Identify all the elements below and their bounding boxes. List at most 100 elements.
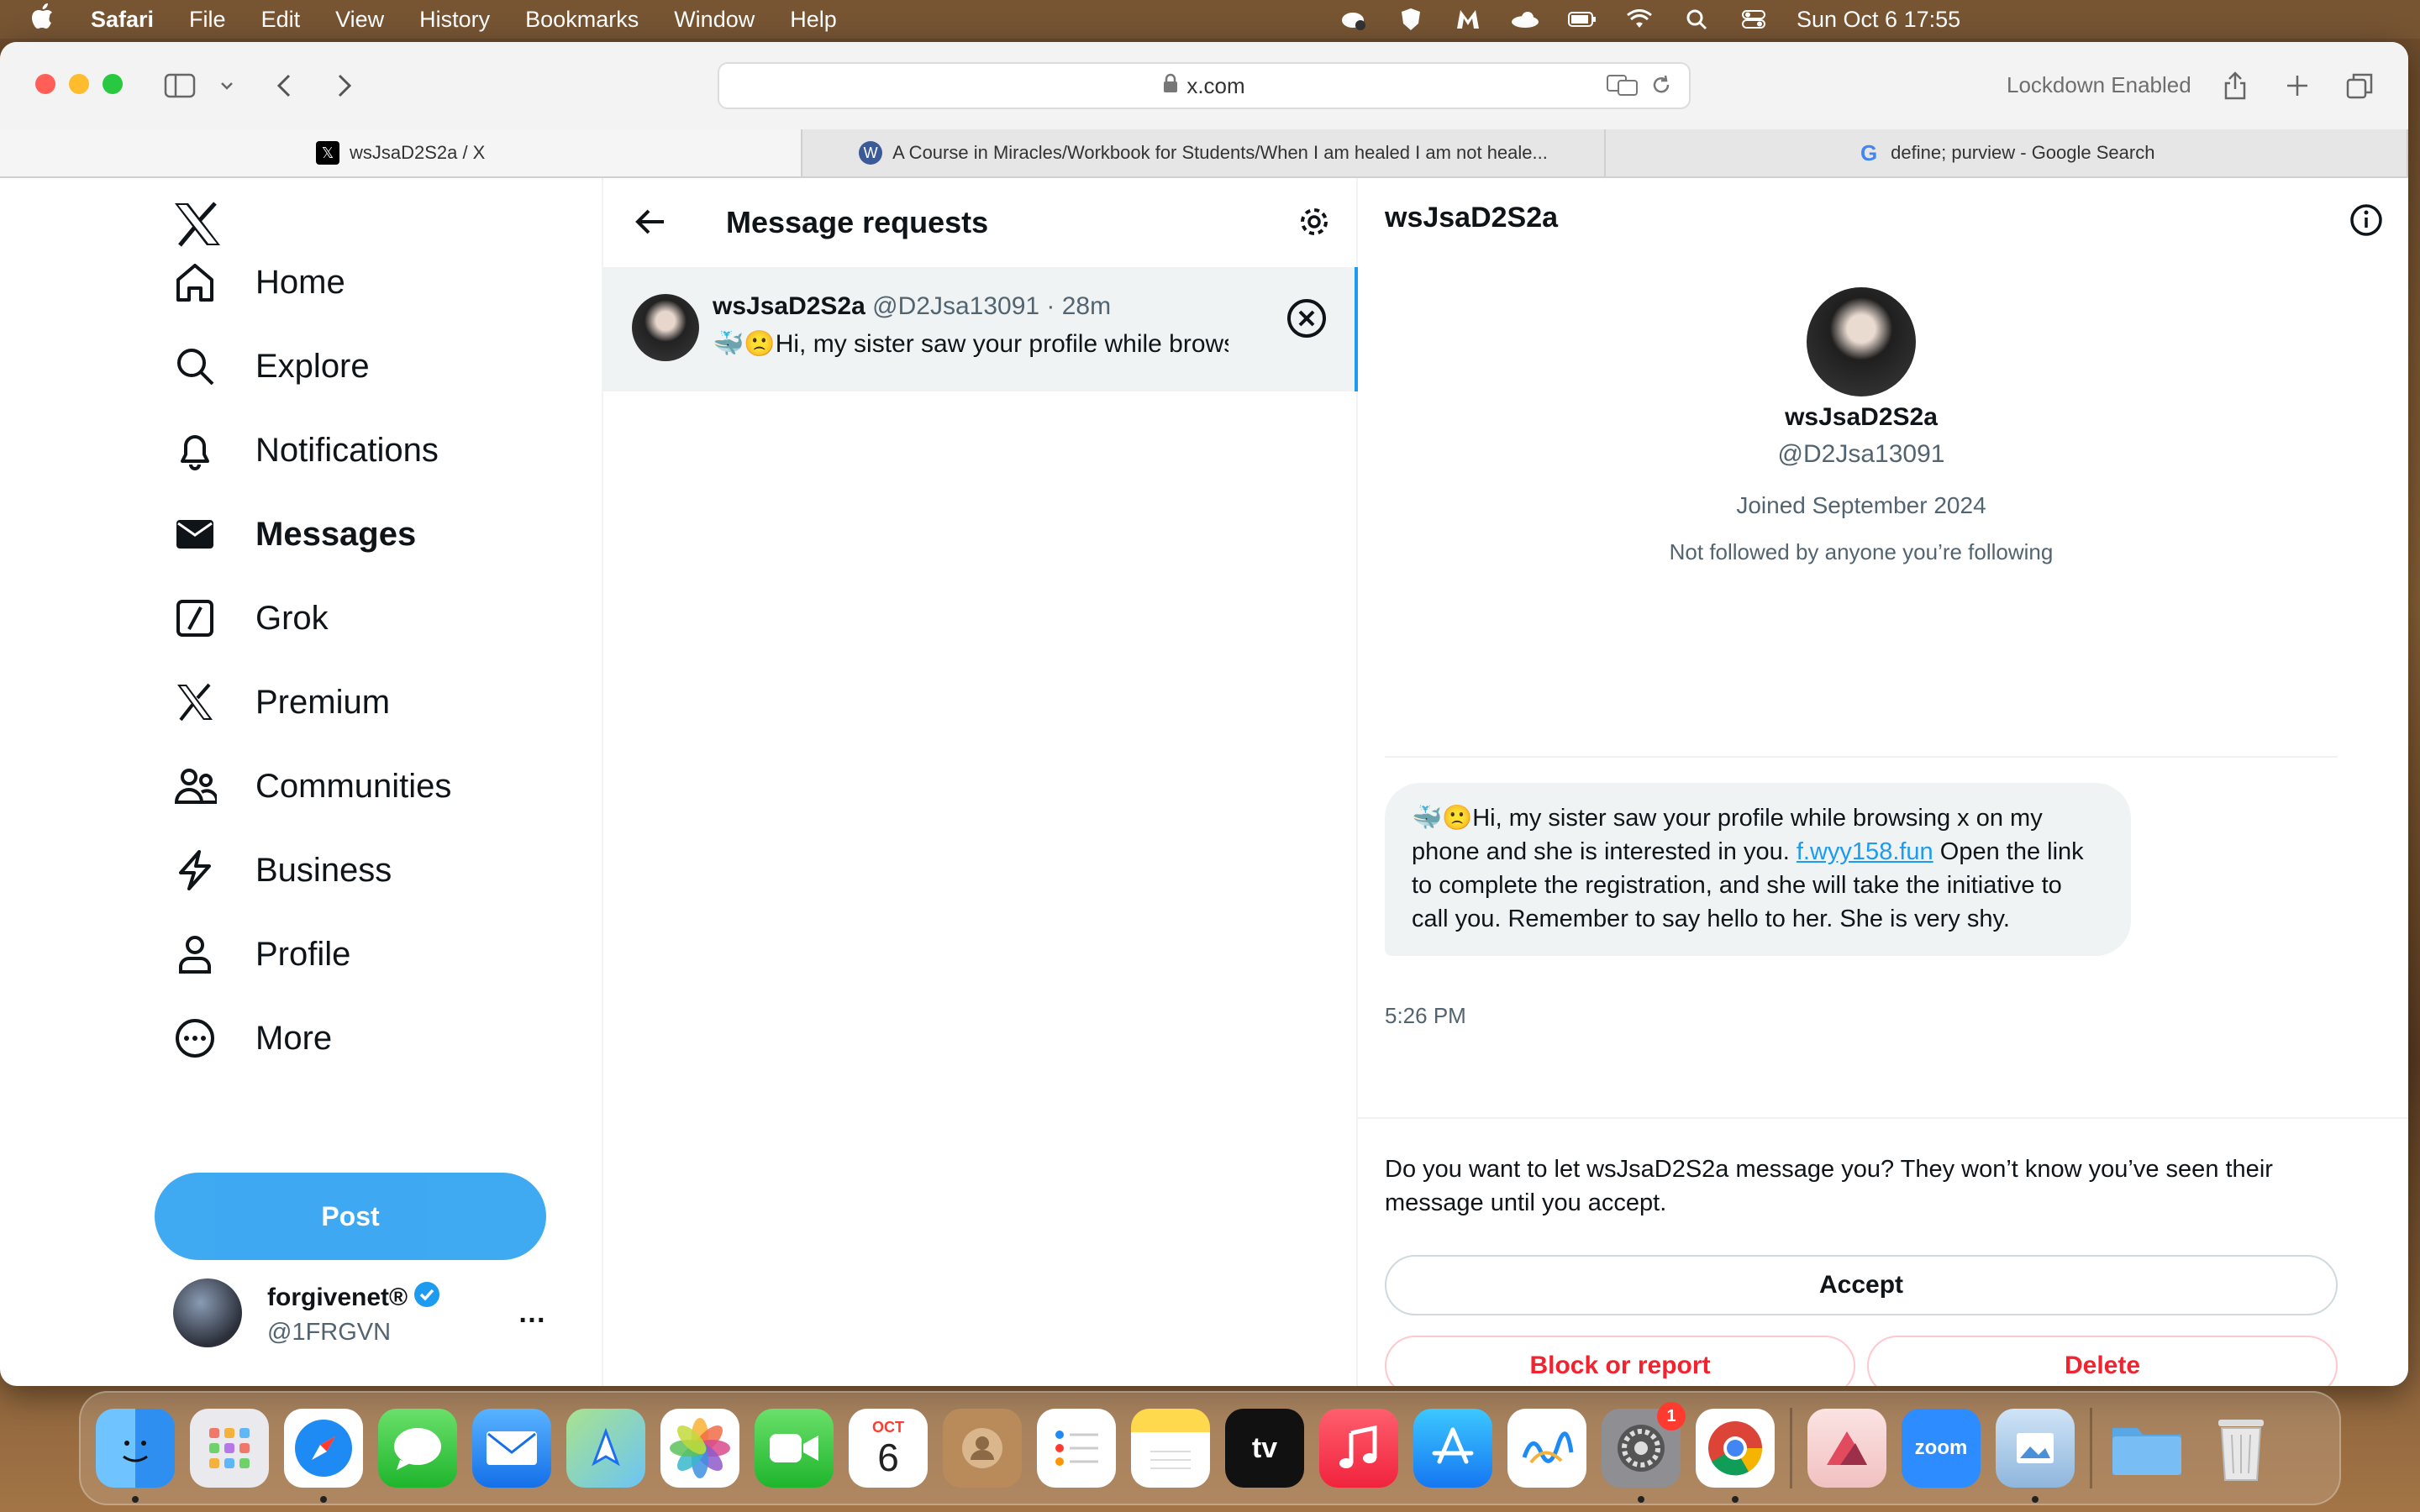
menu-help[interactable]: Help [790, 7, 837, 33]
malwarebytes-icon[interactable] [1454, 7, 1482, 32]
apple-menu-icon[interactable] [32, 3, 66, 35]
battery-icon[interactable] [1568, 7, 1597, 32]
system-settings-icon[interactable]: 1 [1602, 1402, 1686, 1503]
forward-arrow-icon[interactable] [324, 66, 365, 106]
nav-premium[interactable]: Premium [173, 673, 390, 732]
finder-icon[interactable] [96, 1409, 175, 1503]
conversation-column: wsJsaD2S2a wsJsaD2S2a @D2Jsa13091 Joined… [1358, 178, 2408, 1386]
x-logo-icon[interactable] [173, 202, 222, 250]
menu-view[interactable]: View [335, 7, 384, 33]
calendar-month: OCT [872, 1418, 904, 1436]
delete-button[interactable]: Delete [1867, 1336, 2338, 1386]
left-navigation: Home Explore Notifications Messages Grok… [0, 178, 603, 1386]
nav-business[interactable]: Business [173, 841, 392, 900]
nav-messages[interactable]: Messages [173, 505, 416, 564]
requests-header: Message requests [603, 178, 1356, 267]
app-store-icon[interactable] [1413, 1409, 1492, 1488]
people-icon [173, 764, 217, 808]
affinity-icon[interactable] [1807, 1409, 1886, 1488]
preview-icon[interactable] [1996, 1409, 2075, 1503]
request-meta: @D2Jsa13091 · 28m [872, 292, 1112, 320]
new-tab-icon[interactable] [2277, 66, 2317, 106]
cloud-icon[interactable] [1511, 7, 1539, 32]
tab-title: wsJsaD2S2a / X [349, 142, 486, 163]
page-title: Message requests [726, 205, 989, 239]
block-or-report-button[interactable]: Block or report [1385, 1336, 1855, 1386]
gear-icon[interactable] [1296, 203, 1333, 240]
nav-notifications[interactable]: Notifications [173, 421, 439, 480]
maps-icon[interactable] [566, 1409, 645, 1488]
menu-bookmarks[interactable]: Bookmarks [525, 7, 639, 33]
mail-icon[interactable] [472, 1409, 551, 1488]
tab-google-search[interactable]: G define; purview - Google Search [1606, 129, 2408, 176]
chrome-icon[interactable] [1696, 1409, 1775, 1503]
menu-app-name[interactable]: Safari [91, 7, 154, 33]
tab-overview-icon[interactable] [2339, 66, 2380, 106]
apple-tv-icon[interactable]: tv [1225, 1409, 1304, 1488]
zoom-window-button[interactable] [103, 74, 123, 94]
account-switcher[interactable]: forgivenet® @1FRGVN … [173, 1275, 576, 1351]
request-header-line: wsJsaD2S2a @D2Jsa13091 · 28m [713, 292, 1111, 321]
nav-home[interactable]: Home [173, 253, 345, 312]
reload-icon[interactable] [1650, 74, 1672, 102]
cloud-sync-icon[interactable] [1339, 7, 1368, 32]
tab-course-in-miracles[interactable]: W A Course in Miracles/Workbook for Stud… [802, 129, 1606, 176]
menu-file[interactable]: File [189, 7, 226, 33]
notes-icon[interactable] [1131, 1409, 1210, 1488]
folder-icon[interactable] [2107, 1409, 2186, 1488]
spotlight-icon[interactable] [1682, 7, 1711, 32]
freeform-icon[interactable] [1507, 1409, 1586, 1488]
nav-profile[interactable]: Profile [173, 925, 350, 984]
chevron-down-icon[interactable] [207, 66, 247, 106]
message-request-item[interactable]: wsJsaD2S2a @D2Jsa13091 · 28m 🐳🙁Hi, my si… [603, 267, 1358, 391]
dismiss-request-icon[interactable] [1286, 297, 1328, 339]
back-arrow-icon[interactable] [632, 203, 669, 240]
menu-window[interactable]: Window [674, 7, 755, 33]
trash-icon[interactable] [2202, 1409, 2281, 1488]
accept-prompt: Do you want to let wsJsaD2S2a message yo… [1385, 1156, 2273, 1216]
facetime-icon[interactable] [755, 1409, 834, 1488]
tab-x-profile[interactable]: 𝕏 wsJsaD2S2a / X [0, 129, 803, 176]
share-icon[interactable] [2215, 66, 2255, 106]
music-icon[interactable] [1319, 1409, 1398, 1488]
nav-label: More [255, 1019, 333, 1057]
calendar-icon[interactable]: OCT 6 [849, 1409, 928, 1488]
back-arrow-icon[interactable] [264, 66, 304, 106]
nav-grok[interactable]: Grok [173, 589, 329, 648]
launchpad-icon[interactable] [190, 1409, 269, 1488]
wifi-icon[interactable] [1625, 7, 1654, 32]
control-center-icon[interactable] [1739, 7, 1768, 32]
reminders-icon[interactable] [1037, 1409, 1116, 1488]
nav-explore[interactable]: Explore [173, 337, 370, 396]
sidebar-toggle-icon[interactable] [160, 66, 200, 106]
shield-icon[interactable] [1397, 7, 1425, 32]
nav-label: Grok [255, 599, 329, 637]
photos-icon[interactable] [660, 1409, 739, 1488]
accept-button[interactable]: Accept [1385, 1255, 2338, 1315]
nav-communities[interactable]: Communities [173, 757, 451, 816]
contacts-icon[interactable] [943, 1409, 1022, 1488]
message-link[interactable]: f.wyy158.fun [1797, 838, 1933, 865]
address-bar[interactable]: x.com [718, 62, 1691, 109]
avatar [1807, 287, 1916, 396]
messages-icon[interactable] [378, 1409, 457, 1488]
menu-history[interactable]: History [419, 7, 490, 33]
translate-icon[interactable] [1607, 74, 1639, 102]
google-favicon-icon: G [1860, 139, 1878, 165]
minimize-window-button[interactable] [69, 74, 89, 94]
post-button[interactable]: Post [155, 1173, 546, 1260]
menu-edit[interactable]: Edit [261, 7, 301, 33]
lockdown-indicator[interactable]: Lockdown Enabled [2007, 72, 2191, 98]
account-menu-icon[interactable]: … [518, 1297, 548, 1330]
info-icon[interactable] [2348, 202, 2385, 239]
safari-icon[interactable] [284, 1409, 363, 1503]
zoom-icon[interactable]: zoom [1902, 1409, 1981, 1488]
clock[interactable]: Sun Oct 6 17:55 [1797, 7, 1960, 33]
nav-more[interactable]: More [173, 1009, 332, 1068]
safari-window: x.com Lockdown Enabled 𝕏 wsJsaD2S2a / X … [0, 42, 2408, 1386]
close-window-button[interactable] [35, 74, 55, 94]
sender-profile-card[interactable]: wsJsaD2S2a @D2Jsa13091 Joined September … [1385, 287, 2338, 565]
wiki-favicon-icon: W [859, 141, 883, 165]
message-bubble[interactable]: 🐳🙁Hi, my sister saw your profile while b… [1385, 783, 2131, 956]
account-display-name-row: forgivenet® [267, 1280, 441, 1315]
